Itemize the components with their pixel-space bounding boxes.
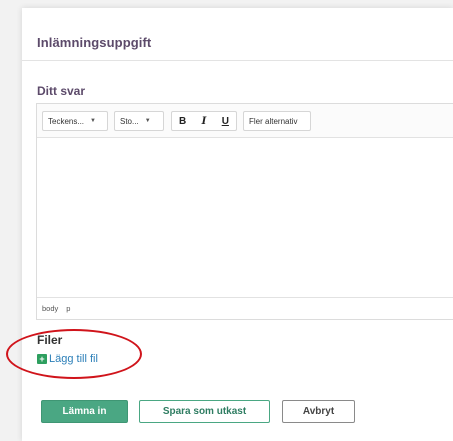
font-size-select[interactable]: Sto... ▼ — [114, 111, 164, 131]
font-size-select-label: Sto... — [120, 116, 139, 126]
italic-button[interactable]: I — [196, 116, 212, 127]
editor-text-area[interactable] — [37, 138, 453, 298]
more-options-button[interactable]: Fler alternativ — [243, 111, 311, 131]
assignment-card: Inlämningsuppgift Ditt svar Teckens... ▼… — [6, 8, 453, 441]
chevron-down-icon: ▼ — [144, 118, 151, 124]
editor-toolbar: Teckens... ▼ Sto... ▼ B I U Fler alterna… — [37, 104, 453, 138]
cancel-button[interactable]: Avbryt — [282, 400, 355, 423]
page-title: Inlämningsuppgift — [37, 35, 152, 50]
submit-button[interactable]: Lämna in — [41, 400, 128, 423]
more-options-label: Fler alternativ — [249, 116, 298, 126]
save-draft-button[interactable]: Spara som utkast — [139, 400, 270, 423]
font-family-select[interactable]: Teckens... ▼ — [42, 111, 108, 131]
bold-button[interactable]: B — [175, 116, 191, 127]
add-file-link[interactable]: + Lägg till fil — [37, 353, 98, 365]
title-divider — [22, 60, 453, 61]
underline-button[interactable]: U — [217, 116, 233, 127]
status-path-body[interactable]: body — [42, 304, 58, 313]
page: Inlämningsuppgift Ditt svar Teckens... ▼… — [0, 0, 453, 441]
status-path-p[interactable]: p — [66, 304, 70, 313]
editor-status-bar: body p — [37, 297, 453, 319]
plus-icon: + — [37, 354, 47, 364]
rich-text-editor: Teckens... ▼ Sto... ▼ B I U Fler alterna… — [36, 103, 453, 320]
files-label: Filer — [37, 333, 63, 347]
add-file-label: Lägg till fil — [49, 353, 98, 365]
answer-label: Ditt svar — [37, 84, 86, 98]
chevron-down-icon: ▼ — [90, 118, 96, 124]
font-family-select-label: Teckens... — [48, 116, 85, 126]
format-button-group: B I U — [171, 111, 237, 131]
